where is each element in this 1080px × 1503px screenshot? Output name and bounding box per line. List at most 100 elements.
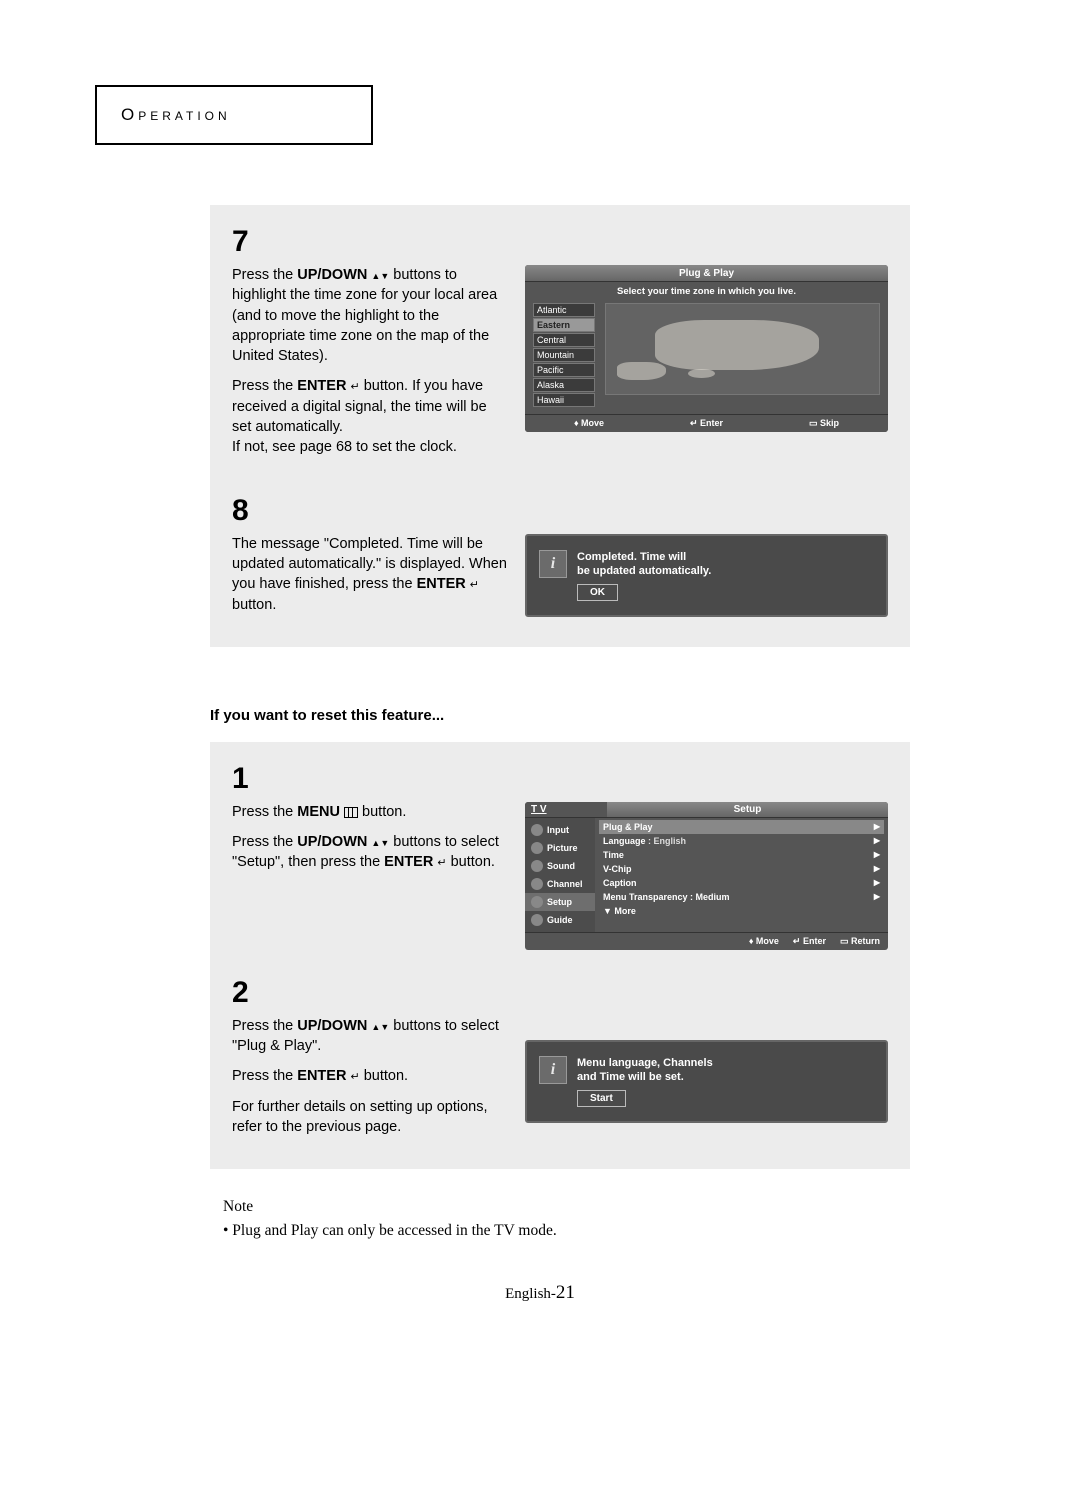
step-7-text: Press the UP/DOWN buttons to highlight t… [232, 265, 507, 468]
footer-lang: English- [505, 1286, 556, 1302]
timezone-list: Atlantic Eastern Central Mountain Pacifi… [533, 303, 595, 408]
triangle-up-icon [371, 267, 380, 283]
instruction-block-2: 1 Press the MENU button. Press the UP/DO… [210, 742, 910, 1169]
text: For further details on setting up option… [232, 1097, 507, 1138]
row-time: Time▶ [599, 848, 884, 862]
hint-enter: ↵ Enter [690, 418, 723, 429]
osd-title: Plug & Play [525, 265, 888, 282]
enter-icon: ↵ [350, 1071, 359, 1083]
menu-content: Plug & Play▶ Language : English▶ Time▶ V… [595, 818, 888, 932]
osd-completed-dialog: i Completed. Time will be updated automa… [525, 534, 888, 618]
text: Completed. Time will [577, 551, 686, 563]
hint-move: ♦ Move [574, 418, 604, 429]
text: Press the [232, 804, 297, 820]
sidebar-item-sound: Sound [525, 857, 595, 875]
step-2-text: Press the UP/DOWN buttons to select "Plu… [232, 1016, 507, 1147]
text: The message "Completed. Time will be upd… [232, 536, 507, 593]
text: button. [362, 804, 406, 820]
sidebar-item-setup: Setup [525, 893, 595, 911]
text-bold: ENTER [384, 854, 433, 870]
row-menu-transparency: Menu Transparency : Medium▶ [599, 890, 884, 904]
step-number-7: 7 [232, 225, 888, 259]
tz-item-atlantic: Atlantic [533, 303, 595, 317]
text: Press the [232, 834, 297, 850]
instruction-block-1: 7 Press the UP/DOWN buttons to highlight… [210, 205, 910, 647]
start-button: Start [577, 1090, 626, 1107]
tz-item-eastern: Eastern [533, 318, 595, 332]
triangle-down-icon [380, 1018, 389, 1034]
sound-icon [531, 860, 543, 872]
text: Press the [232, 378, 297, 394]
tz-item-alaska: Alaska [533, 378, 595, 392]
text-bold: UP/DOWN [297, 267, 367, 283]
info-icon: i [539, 1056, 567, 1084]
osd-start-dialog: i Menu language, Channels and Time will … [525, 1040, 888, 1124]
step-number-2: 2 [232, 976, 888, 1010]
hint-return: ▭ Return [840, 936, 880, 947]
reset-heading: If you want to reset this feature... [210, 707, 985, 724]
text-bold: MENU [297, 804, 340, 820]
text-bold: UP/DOWN [297, 1018, 367, 1034]
note-block: Note • Plug and Play can only be accesse… [223, 1195, 985, 1242]
sidebar-item-channel: Channel [525, 875, 595, 893]
page-footer: English-21 [95, 1282, 985, 1304]
text-bold: ENTER [297, 1068, 346, 1084]
row-plug-play: Plug & Play▶ [599, 820, 884, 834]
chevron-right-icon: ▶ [874, 850, 880, 859]
chevron-right-icon: ▶ [874, 892, 880, 901]
picture-icon [531, 842, 543, 854]
chevron-right-icon: ▶ [874, 878, 880, 887]
text: button. [451, 854, 495, 870]
osd-timezone-figure: Plug & Play Select your time zone in whi… [525, 265, 888, 432]
menu-sidebar: Input Picture Sound Channel Setup Guide [525, 818, 595, 932]
step-1-text: Press the MENU button. Press the UP/DOWN… [232, 802, 507, 883]
text: be updated automatically. [577, 565, 711, 577]
tz-item-mountain: Mountain [533, 348, 595, 362]
row-vchip: V-Chip▶ [599, 862, 884, 876]
sidebar-item-input: Input [525, 821, 595, 839]
tz-item-pacific: Pacific [533, 363, 595, 377]
chevron-right-icon: ▶ [874, 864, 880, 873]
step-number-8: 8 [232, 494, 888, 528]
sidebar-item-guide: Guide [525, 911, 595, 929]
row-more: ▼ More [599, 904, 884, 918]
tz-item-central: Central [533, 333, 595, 347]
text-bold: ENTER [417, 576, 466, 592]
step-number-1: 1 [232, 762, 888, 796]
text: and Time will be set. [577, 1071, 684, 1083]
triangle-up-icon [371, 834, 380, 850]
enter-icon: ↵ [470, 579, 479, 591]
info-icon: i [539, 550, 567, 578]
text: Menu language, Channels [577, 1057, 713, 1069]
text: Press the [232, 1018, 297, 1034]
section-header-box: Operation [95, 85, 373, 145]
menu-title: Setup [607, 802, 888, 817]
osd-subtitle: Select your time zone in which you live. [525, 282, 888, 301]
tv-label: T V [525, 802, 607, 817]
dialog-text: Completed. Time will be updated automati… [577, 550, 711, 602]
footer-page-number: 21 [556, 1282, 575, 1303]
guide-icon [531, 914, 543, 926]
setup-icon [531, 896, 543, 908]
text-bold: UP/DOWN [297, 834, 367, 850]
chevron-right-icon: ▶ [874, 836, 880, 845]
step-8-text: The message "Completed. Time will be upd… [232, 534, 507, 625]
text: button. [364, 1068, 408, 1084]
hint-skip: ▭ Skip [809, 418, 839, 429]
hint-move: ♦ Move [749, 936, 779, 947]
text: Press the [232, 267, 297, 283]
enter-icon: ↵ [350, 381, 359, 393]
triangle-up-icon [371, 1018, 380, 1034]
menu-icon [344, 807, 358, 818]
dialog-text: Menu language, Channels and Time will be… [577, 1056, 713, 1108]
ok-button: OK [577, 584, 618, 601]
input-icon [531, 824, 543, 836]
section-header: Operation [121, 105, 231, 124]
osd-setup-menu-figure: T V Setup Input Picture Sound Channel Se… [525, 802, 888, 950]
enter-icon: ↵ [437, 857, 446, 869]
note-bullet: • Plug and Play can only be accessed in … [223, 1222, 557, 1239]
osd-footer: ♦ Move ↵ Enter ▭ Return [525, 932, 888, 950]
chevron-right-icon: ▶ [874, 822, 880, 831]
sidebar-item-picture: Picture [525, 839, 595, 857]
text: If not, see page 68 to set the clock. [232, 439, 457, 455]
